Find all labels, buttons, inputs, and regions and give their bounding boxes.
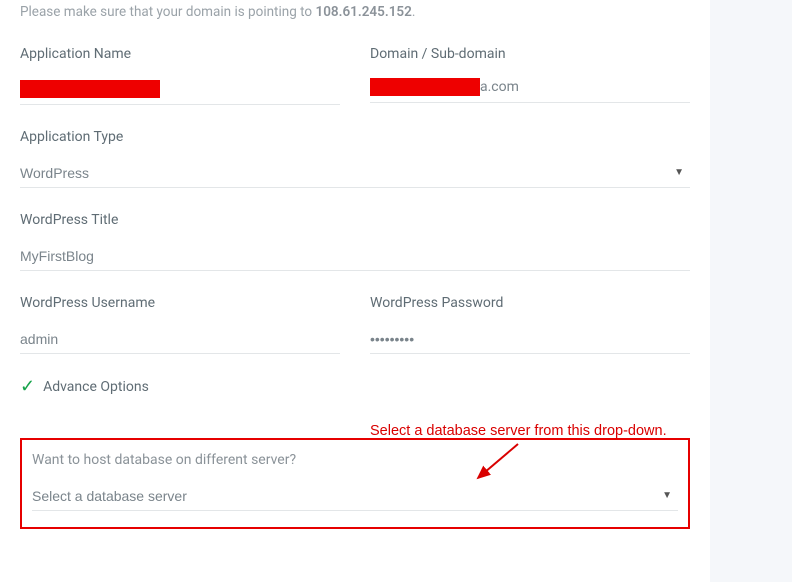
domain-field: Domain / Sub-domain a.com: [370, 46, 690, 105]
application-name-field: Application Name: [20, 46, 340, 105]
application-name-label: Application Name: [20, 46, 340, 62]
application-type-select[interactable]: WordPress: [20, 159, 690, 188]
domain-label: Domain / Sub-domain: [370, 46, 690, 62]
wordpress-title-label: WordPress Title: [20, 212, 690, 228]
advance-options-toggle[interactable]: ✓ Advance Options: [20, 378, 690, 396]
application-type-field: Application Type WordPress ▼: [20, 129, 690, 188]
advance-options-label: Advance Options: [43, 379, 149, 395]
wordpress-password-field: WordPress Password: [370, 295, 690, 354]
application-type-label: Application Type: [20, 129, 690, 145]
domain-suffix: a.com: [480, 79, 519, 95]
domain-input[interactable]: a.com: [370, 76, 690, 103]
info-suffix: .: [412, 4, 416, 20]
wordpress-title-input[interactable]: [20, 242, 690, 271]
form-panel: Please make sure that your domain is poi…: [0, 0, 710, 582]
domain-pointer-info: Please make sure that your domain is poi…: [20, 4, 690, 20]
application-name-input[interactable]: [20, 76, 340, 105]
wordpress-username-input[interactable]: [20, 325, 340, 354]
wordpress-username-label: WordPress Username: [20, 295, 340, 311]
annotation-text: Select a database server from this drop-…: [370, 423, 667, 439]
check-icon: ✓: [20, 378, 35, 396]
redacted-app-name: [20, 80, 160, 98]
database-server-section: Want to host database on different serve…: [20, 438, 690, 529]
wordpress-title-field: WordPress Title: [20, 212, 690, 271]
wordpress-username-field: WordPress Username: [20, 295, 340, 354]
redacted-domain: [370, 78, 480, 96]
database-server-select[interactable]: Select a database server: [32, 482, 678, 511]
wordpress-password-input[interactable]: [370, 325, 690, 354]
info-prefix: Please make sure that your domain is poi…: [20, 4, 315, 20]
wordpress-password-label: WordPress Password: [370, 295, 690, 311]
info-ip: 108.61.245.152: [315, 4, 411, 20]
database-server-question: Want to host database on different serve…: [32, 452, 678, 468]
